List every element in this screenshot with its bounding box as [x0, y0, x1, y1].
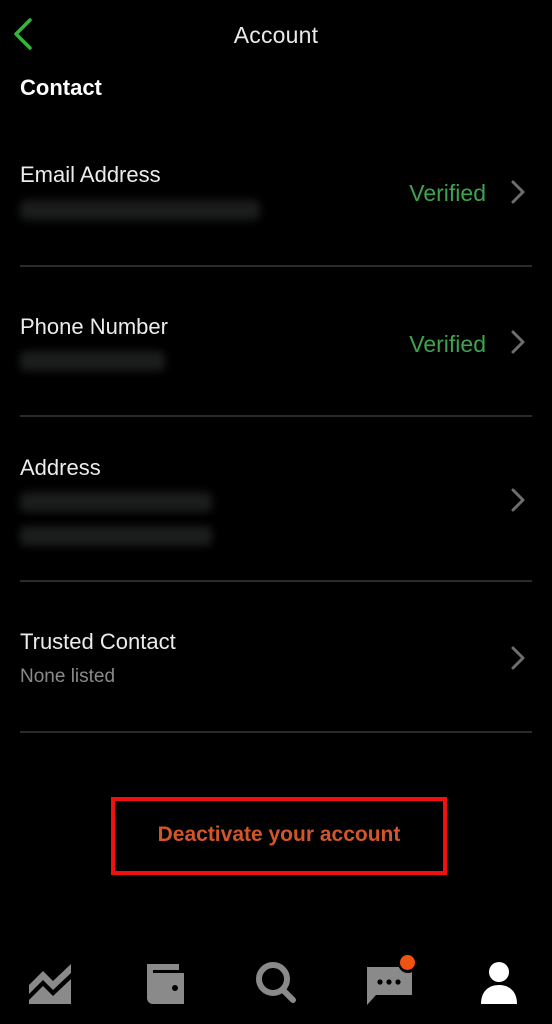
chart-icon: [29, 964, 71, 1004]
chevron-right-icon: [511, 488, 525, 512]
deactivate-account-button[interactable]: Deactivate your account: [115, 823, 443, 847]
chevron-right-icon: [511, 180, 525, 204]
notification-badge: [400, 955, 415, 970]
row-address[interactable]: Address: [0, 440, 552, 580]
divider: [20, 265, 532, 267]
trusted-contact-value: None listed: [20, 666, 116, 687]
status-badge-verified: Verified: [409, 180, 486, 206]
phone-value-redacted: [20, 351, 165, 371]
tab-wallet[interactable]: [131, 955, 191, 1010]
divider: [20, 415, 532, 417]
address-line2-redacted: [20, 526, 212, 546]
divider: [20, 580, 532, 582]
header: Account: [0, 0, 552, 72]
chevron-right-icon: [511, 330, 525, 354]
wallet-icon: [147, 964, 184, 1004]
status-badge-verified: Verified: [409, 331, 486, 357]
row-phone-number[interactable]: Phone Number Verified: [0, 300, 552, 416]
search-icon: [256, 962, 296, 1003]
page-title: Account: [233, 22, 319, 48]
row-trusted-contact[interactable]: Trusted Contact None listed: [0, 610, 552, 730]
account-screen: Account Contact Email Address Verified P…: [0, 0, 552, 1024]
highlight-box: Deactivate your account: [111, 797, 447, 875]
row-label: Address: [20, 455, 101, 480]
address-line1-redacted: [20, 492, 212, 512]
tab-account[interactable]: [470, 955, 530, 1010]
row-label: Phone Number: [20, 314, 168, 339]
tab-search[interactable]: [246, 955, 306, 1010]
tab-messages[interactable]: [358, 955, 418, 1010]
person-icon: [481, 962, 517, 1004]
section-title-contact: Contact: [20, 75, 102, 100]
bottom-tab-bar: [0, 945, 552, 1020]
email-value-redacted: [20, 200, 260, 220]
tab-investing[interactable]: [21, 955, 81, 1010]
chevron-right-icon: [511, 646, 525, 670]
row-label: Trusted Contact: [20, 629, 176, 654]
divider: [20, 731, 532, 733]
row-email-address[interactable]: Email Address Verified: [0, 150, 552, 266]
row-label: Email Address: [20, 162, 161, 187]
